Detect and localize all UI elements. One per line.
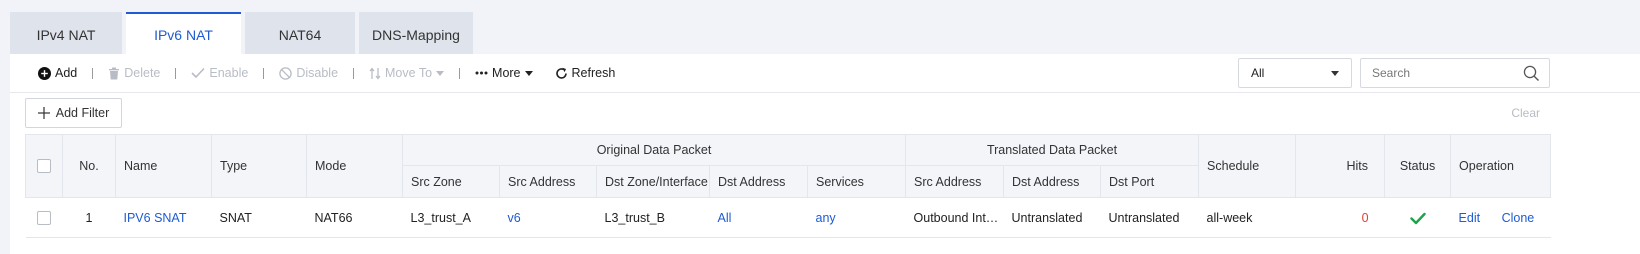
col-header-translated-src-address: Src Address [905,165,1005,198]
toolbar-divider [263,67,265,79]
col-header-translated-dst-address: Dst Address [1003,165,1102,198]
toolbar-divider [459,67,461,79]
table-row[interactable]: 1 IPV6 SNAT SNAT NAT66 L3_trust_A v6 L3_… [25,197,1551,238]
cell-src-address: v6 [499,197,597,238]
cell-operation: Edit Clone [1450,197,1551,238]
caret-down-icon [1331,71,1339,76]
dst-address-link[interactable]: All [718,211,732,225]
col-header-type: Type [211,134,307,198]
policy-name-link[interactable]: IPV6 SNAT [124,211,187,225]
tab-bar: IPv4 NAT IPv6 NAT NAT64 DNS-Mapping [10,12,477,54]
move-to-button[interactable]: Move To [369,66,445,80]
col-header-operation: Operation [1450,134,1552,198]
tab-dns-mapping[interactable]: DNS-Mapping [359,12,473,54]
add-filter-button[interactable]: Add Filter [25,98,122,128]
refresh-icon [555,67,567,79]
move-to-label: Move To [385,66,433,80]
col-header-name: Name [115,134,212,198]
cell-dst-zone-interface: L3_trust_B [596,197,710,238]
more-label: More [492,66,521,80]
filter-select[interactable]: All [1238,58,1352,88]
trash-icon [109,67,120,79]
clone-link[interactable]: Clone [1502,211,1535,225]
caret-down-icon [524,70,533,76]
select-all-checkbox[interactable] [37,159,51,174]
cell-status [1384,197,1451,238]
col-group-original: Original Data Packet [401,134,907,166]
disable-label: Disable [296,66,339,80]
move-icon [369,66,381,80]
cell-mode: NAT66 [306,197,403,238]
src-address-link[interactable]: v6 [508,211,521,225]
status-enabled-check-icon[interactable] [1409,212,1426,225]
cell-dst-address: All [709,197,808,238]
check-icon [191,67,205,79]
add-button[interactable]: Add [38,66,77,80]
col-group-translated: Translated Data Packet [905,134,1200,166]
enable-button[interactable]: Enable [191,66,248,80]
cell-schedule: all-week [1198,197,1296,238]
delete-button[interactable]: Delete [108,66,160,80]
tab-ipv4-nat[interactable]: IPv4 NAT [10,12,122,54]
col-header-dst-zone-interface: Dst Zone/Interface [596,165,710,198]
delete-label: Delete [124,66,161,80]
edit-link[interactable]: Edit [1459,211,1481,225]
refresh-button[interactable]: Refresh [555,66,616,80]
select-all-header [25,134,63,198]
add-label: Add [55,66,78,80]
col-header-src-address: Src Address [499,165,597,198]
tab-ipv6-nat[interactable]: IPv6 NAT [126,12,241,54]
col-header-no: No. [62,134,116,198]
disable-button[interactable]: Disable [279,66,338,80]
col-header-dst-address: Dst Address [709,165,808,198]
caret-down-icon [436,70,445,76]
cell-translated-src-address: Outbound Int… [905,197,1004,238]
ellipsis-icon [475,71,488,75]
cell-services: any [807,197,906,238]
cell-hits: 0 [1295,197,1385,238]
enable-label: Enable [209,66,249,80]
search-box [1360,58,1550,88]
search-icon[interactable] [1523,65,1540,82]
col-header-mode: Mode [306,134,403,198]
cell-translated-dst-port: Untranslated [1100,197,1199,238]
toolbar-divider [353,67,355,79]
plus-icon [37,107,50,119]
col-header-src-zone: Src Zone [402,165,500,198]
plus-circle-icon [38,66,51,80]
cell-name: IPV6 SNAT [115,197,212,238]
add-filter-label: Add Filter [55,106,110,120]
more-button[interactable]: More [475,66,533,80]
search-input[interactable] [1372,59,1522,87]
clear-link[interactable]: Clear [1511,106,1540,120]
col-header-translated-dst-port: Dst Port [1100,165,1200,198]
col-header-status: Status [1384,134,1452,198]
cell-type: SNAT [211,197,307,238]
ban-icon [279,66,293,80]
refresh-label: Refresh [571,66,616,80]
row-checkbox-cell [25,197,63,238]
cell-no: 1 [62,197,116,238]
col-header-hits: Hits [1295,134,1386,198]
col-header-services: Services [806,165,907,198]
nat-policy-table: No. Name Type Mode Original Data Packet … [25,134,1552,238]
tab-nat64[interactable]: NAT64 [245,12,355,54]
toolbar-divider [175,67,177,79]
cell-translated-dst-address: Untranslated [1003,197,1101,238]
row-checkbox[interactable] [37,210,51,225]
toolbar-divider [92,67,94,79]
toolbar: Add Delete Enable Disable Move To More R… [38,63,615,83]
col-header-schedule: Schedule [1198,134,1297,198]
services-link[interactable]: any [816,211,836,225]
cell-src-zone: L3_trust_A [402,197,500,238]
filter-select-value: All [1251,66,1265,80]
content-panel: Add Delete Enable Disable Move To More R… [10,54,1640,254]
toolbar-divider-line [10,92,1640,93]
